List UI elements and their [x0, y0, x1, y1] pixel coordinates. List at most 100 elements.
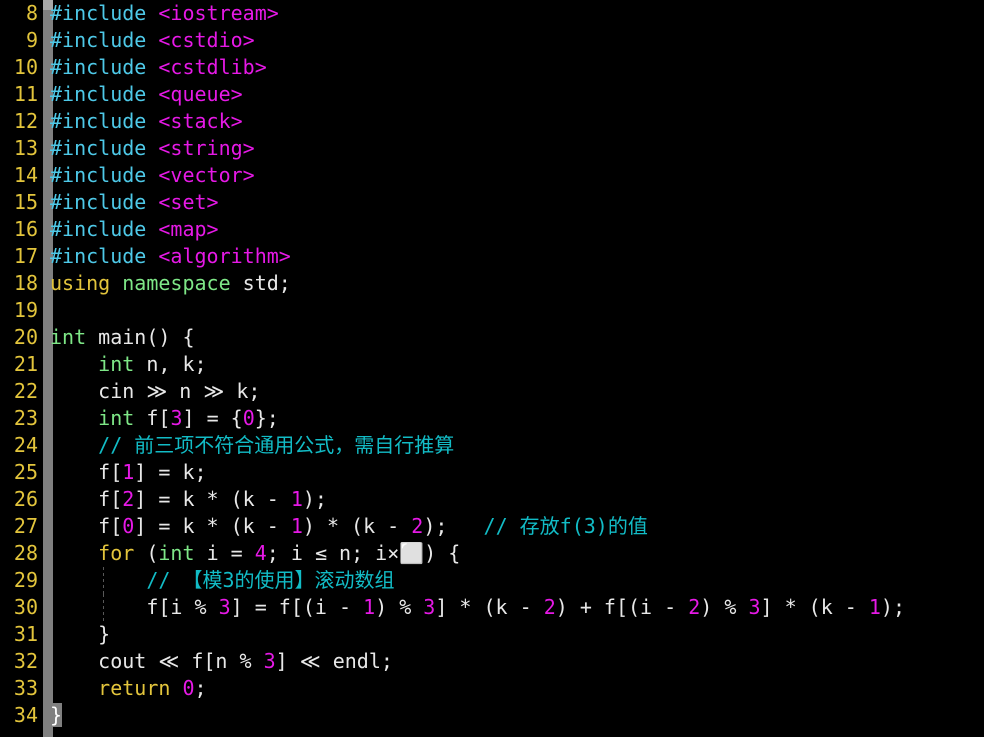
code-text[interactable]: }	[50, 702, 63, 729]
code-line[interactable]: 27 f[0] = k * (k - 1) * (k - 2); // 存放f(…	[0, 513, 984, 540]
code-line[interactable]: 15 #include <set>	[0, 189, 984, 216]
code-text[interactable]: int n, k;	[50, 351, 207, 378]
code-text[interactable]: }	[50, 621, 110, 648]
code-text[interactable]: for (int i = 4; i ≤ n; i⨯⬜) {	[50, 540, 460, 567]
code-text[interactable]: #include <cstdlib>	[50, 54, 267, 81]
code-text[interactable]: cin ≫ n ≫ k;	[50, 378, 260, 405]
code-token: <cstdio>	[158, 28, 255, 52]
code-token: 3	[423, 595, 436, 619]
code-text[interactable]: f[2] = k * (k - 1);	[50, 486, 327, 513]
code-text[interactable]: using namespace std;	[50, 270, 291, 297]
code-text[interactable]: return 0;	[50, 675, 206, 702]
code-line[interactable]: 26 f[2] = k * (k - 1);	[0, 486, 984, 513]
code-token: <algorithm>	[158, 244, 291, 268]
line-number: 31	[13, 622, 38, 646]
code-token: 4	[254, 541, 267, 565]
code-token: int	[50, 325, 99, 349]
code-text[interactable]: #include <iostream>	[50, 0, 279, 27]
code-line[interactable]: 12 #include <stack>	[0, 108, 984, 135]
code-text[interactable]: int main() {	[50, 324, 195, 351]
code-token: ] = f[(i -	[230, 595, 364, 619]
code-line[interactable]: 20 int main() {	[0, 324, 984, 351]
code-line[interactable]: 30 f[i % 3] = f[(i - 1) % 3] * (k - 2) +…	[0, 594, 984, 621]
line-number: 9	[25, 28, 38, 52]
code-line[interactable]: 8 #include <iostream>	[0, 0, 984, 27]
code-token: 2	[411, 514, 424, 538]
code-line[interactable]: 16 #include <map>	[0, 216, 984, 243]
line-number: 19	[13, 298, 38, 322]
code-line[interactable]: 9 #include <cstdio>	[0, 27, 984, 54]
code-editor[interactable]: 8 #include <iostream> 9 #include <cstdio> 10…	[0, 0, 984, 737]
code-text[interactable]: #include <string>	[50, 135, 255, 162]
line-number: 24	[13, 433, 38, 457]
code-token: );	[423, 514, 484, 538]
code-line[interactable]: 23 int f[3] = {0};	[0, 405, 984, 432]
code-token: 1	[290, 487, 303, 511]
code-token: (	[146, 541, 159, 565]
code-token: #include	[50, 28, 159, 52]
line-number: 15	[13, 190, 38, 214]
code-token: using	[50, 271, 123, 295]
code-line[interactable]: 28 for (int i = 4; i ≤ n; i⨯⬜) {	[0, 540, 984, 567]
code-line[interactable]: 13 #include <string>	[0, 135, 984, 162]
code-token: n, k;	[146, 352, 207, 376]
code-text[interactable]: #include <queue>	[50, 81, 243, 108]
line-number: 21	[13, 352, 38, 376]
code-line[interactable]: 21 int n, k;	[0, 351, 984, 378]
code-token: }	[50, 622, 111, 646]
code-line[interactable]: 11 #include <queue>	[0, 81, 984, 108]
indent-guide	[102, 567, 104, 594]
code-text[interactable]: f[0] = k * (k - 1) * (k - 2); // 存放f(3)的…	[50, 513, 648, 540]
code-token: ] * (k -	[435, 595, 544, 619]
code-token: #include	[50, 190, 159, 214]
code-line[interactable]: 17 #include <algorithm>	[0, 243, 984, 270]
indent-guide	[102, 594, 104, 621]
code-text[interactable]: // 前三项不符合通用公式，需自行推算	[50, 432, 454, 459]
line-number: 28	[13, 541, 38, 565]
code-text[interactable]: // 【模3的使用】滚动数组	[50, 567, 394, 594]
code-token: #include	[50, 217, 159, 241]
code-text[interactable]: #include <set>	[50, 189, 219, 216]
code-token: // 前三项不符合通用公式，需自行推算	[98, 433, 455, 457]
code-token: <vector>	[158, 163, 255, 187]
code-line[interactable]: 34}	[0, 702, 984, 729]
code-token: int	[158, 541, 207, 565]
code-line[interactable]: 24 // 前三项不符合通用公式，需自行推算	[0, 432, 984, 459]
code-text[interactable]: #include <cstdio>	[50, 27, 255, 54]
code-text[interactable]: f[1] = k;	[50, 459, 206, 486]
code-token: <string>	[158, 136, 255, 160]
code-token: ] = k * (k -	[134, 514, 291, 538]
code-token: 3	[218, 595, 231, 619]
code-token: cout ≪ f[n %	[50, 649, 264, 673]
code-line[interactable]: 10 #include <cstdlib>	[0, 54, 984, 81]
code-line[interactable]: 18 using namespace std;	[0, 270, 984, 297]
code-line[interactable]: 31 }	[0, 621, 984, 648]
code-line[interactable]: 22 cin ≫ n ≫ k;	[0, 378, 984, 405]
code-text[interactable]: cout ≪ f[n % 3] ≪ endl;	[50, 648, 393, 675]
code-token: 1	[868, 595, 881, 619]
code-token: <cstdlib>	[158, 55, 267, 79]
code-line[interactable]: 25 f[1] = k;	[0, 459, 984, 486]
code-line[interactable]: 29 // 【模3的使用】滚动数组	[0, 567, 984, 594]
code-line[interactable]: 19	[0, 297, 984, 324]
code-line[interactable]: 32 cout ≪ f[n % 3] ≪ endl;	[0, 648, 984, 675]
code-token: <stack>	[158, 109, 243, 133]
code-token: 0	[122, 514, 135, 538]
code-text[interactable]: int f[3] = {0};	[50, 405, 279, 432]
code-text[interactable]: #include <stack>	[50, 108, 243, 135]
code-token: );	[880, 595, 905, 619]
code-text[interactable]: #include <algorithm>	[50, 243, 291, 270]
code-line[interactable]: 33 return 0;	[0, 675, 984, 702]
code-token: f[	[50, 487, 123, 511]
line-number: 17	[13, 244, 38, 268]
code-token: for	[98, 541, 147, 565]
code-line[interactable]: 14 #include <vector>	[0, 162, 984, 189]
code-text[interactable]: f[i % 3] = f[(i - 1) % 3] * (k - 2) + f[…	[50, 594, 905, 621]
code-text[interactable]: #include <map>	[50, 216, 219, 243]
code-text[interactable]: #include <vector>	[50, 162, 255, 189]
code-token: 2	[122, 487, 135, 511]
